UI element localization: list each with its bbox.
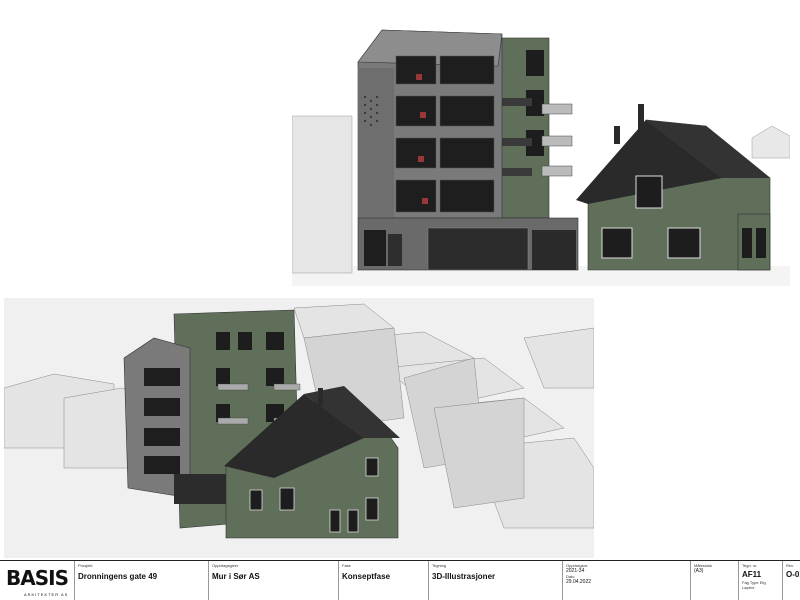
scale-cell: Målestokk (A3) xyxy=(690,561,738,600)
revision-label: Rev. xyxy=(786,563,794,568)
job-date-cell: Oppdragsnr. 2021-34 Dato 29.04.2022 xyxy=(562,561,690,600)
sheet-label: Tegn. nr. xyxy=(742,563,758,568)
client-label: Oppdragsgiver xyxy=(212,563,239,568)
company-logo: BASIS ARKITEKTER AS xyxy=(0,563,74,599)
phase-cell: Fase Konseptfase xyxy=(338,561,428,600)
revision-value: O-01 xyxy=(786,570,800,579)
aerial-illustration xyxy=(4,298,594,558)
drawing-date: 29.04.2022 xyxy=(566,579,592,585)
title-block: BASIS ARKITEKTER AS Prosjekt Dronningens… xyxy=(0,560,800,600)
drawing-label: Tegning xyxy=(432,563,447,568)
client-name: Mur i Sør AS xyxy=(212,572,260,581)
drawing-cell: Tegning 3D-Illustrasjoner xyxy=(428,561,562,600)
project-label: Prosjekt xyxy=(78,563,93,568)
render-bottom-aerial xyxy=(4,298,594,558)
client-cell: Oppdragsgiver Mur i Sør AS xyxy=(208,561,338,600)
phase-label: Fase xyxy=(342,563,351,568)
project-name: Dronningens gate 49 xyxy=(78,572,158,581)
facade-illustration xyxy=(292,29,790,286)
drawn-sub: Løpenr xyxy=(742,585,755,590)
render-top-facade xyxy=(292,8,790,286)
scale-value: (A3) xyxy=(694,568,704,574)
sheet-cell: Tegn. nr. AF11 Fag Type Etg Løpenr xyxy=(738,561,782,600)
revision-cell: Rev. O-01 xyxy=(782,561,800,600)
project-cell: Prosjekt Dronningens gate 49 xyxy=(74,561,208,600)
drawing-title: 3D-Illustrasjoner xyxy=(432,572,496,581)
sheet-number: AF11 xyxy=(742,570,762,579)
phase-value: Konseptfase xyxy=(342,572,391,581)
logo-subtitle: ARKITEKTER AS xyxy=(24,592,69,597)
logo-text: BASIS xyxy=(6,566,69,590)
